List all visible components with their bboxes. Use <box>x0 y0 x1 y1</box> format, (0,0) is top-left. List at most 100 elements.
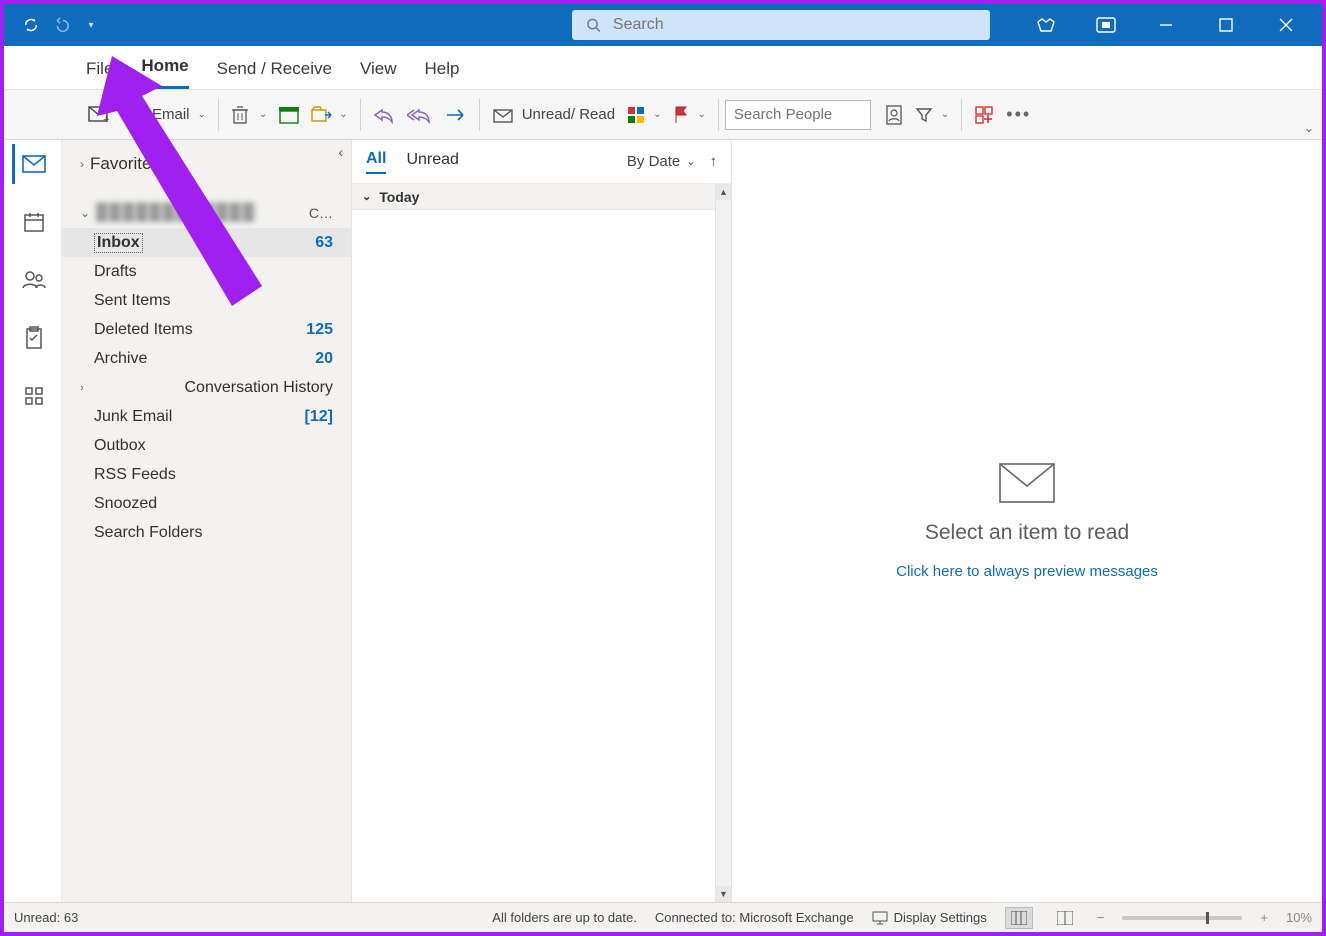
rail-tasks[interactable] <box>12 318 54 358</box>
chevron-down-icon[interactable]: ⌄ <box>686 155 695 168</box>
account-header[interactable]: ⌄ ████████████ C… <box>62 194 351 228</box>
zoom-slider[interactable] <box>1122 916 1242 920</box>
search-input[interactable] <box>613 16 976 34</box>
new-email-label: Email <box>152 106 190 123</box>
coming-soon-icon[interactable] <box>1090 9 1122 41</box>
minimize-button[interactable] <box>1150 9 1182 41</box>
message-list: All Unread By Date ⌄ ↑ ⌄ Today ▲ ▼ <box>352 140 732 902</box>
addins-button[interactable] <box>968 97 1000 133</box>
scroll-up-icon[interactable]: ▲ <box>716 184 731 200</box>
folder-label: Sent Items <box>94 292 170 310</box>
global-search[interactable] <box>572 10 990 40</box>
folder-label: Junk Email <box>94 408 172 426</box>
sort-direction-icon[interactable]: ↑ <box>710 153 718 170</box>
ribbon-collapse-icon[interactable]: ⌄ <box>1304 121 1314 135</box>
undo-icon[interactable] <box>52 16 70 34</box>
favorites-header[interactable]: › Favorites <box>62 140 351 180</box>
msglist-tab-all[interactable]: All <box>366 150 386 174</box>
msglist-group-today[interactable]: ⌄ Today <box>352 184 731 210</box>
account-name-redacted: ████████████ <box>96 204 256 222</box>
more-commands-button[interactable]: ••• <box>1000 97 1037 133</box>
status-sync: All folders are up to date. <box>492 910 637 925</box>
folder-label: RSS Feeds <box>94 466 176 484</box>
folder-label: Search Folders <box>94 524 203 542</box>
folder-inbox[interactable]: Inbox63 <box>62 228 351 257</box>
folder-deleted-items[interactable]: Deleted Items125 <box>62 315 351 344</box>
delete-button[interactable]: ⌄ <box>225 97 273 133</box>
display-settings-label: Display Settings <box>894 910 987 925</box>
title-bar: ▾ <box>4 4 1322 46</box>
folder-label: Drafts <box>94 263 137 281</box>
folder-label: Inbox <box>94 233 143 253</box>
msglist-tab-unread[interactable]: Unread <box>406 151 458 173</box>
rail-more[interactable] <box>12 376 54 416</box>
group-label: Today <box>379 189 419 205</box>
folder-label: Archive <box>94 350 147 368</box>
svg-text:+: + <box>103 114 109 124</box>
folder-sent-items[interactable]: Sent Items <box>62 286 351 315</box>
tab-send-receive[interactable]: Send / Receive <box>217 51 332 89</box>
msglist-scrollbar[interactable]: ▲ ▼ <box>715 184 731 902</box>
rail-calendar[interactable] <box>12 202 54 242</box>
collapse-folder-pane-icon[interactable]: ‹ <box>338 144 343 160</box>
reply-all-button[interactable] <box>401 97 439 133</box>
folder-junk-email[interactable]: Junk Email [12] <box>62 402 351 431</box>
move-button[interactable]: ⌄ <box>305 97 353 133</box>
nav-rail <box>4 140 62 902</box>
view-normal-button[interactable] <box>1005 907 1033 929</box>
archive-button[interactable] <box>273 97 305 133</box>
reply-button[interactable] <box>367 97 401 133</box>
folder-pane: ‹ › Favorites ⌄ ████████████ C… Inbox63 D… <box>62 140 352 902</box>
flag-button[interactable]: ⌄ <box>667 97 711 133</box>
zoom-in-button[interactable]: + <box>1260 910 1268 925</box>
rail-people[interactable] <box>12 260 54 300</box>
folder-rss-feeds[interactable]: RSS Feeds <box>62 460 351 489</box>
tab-view[interactable]: View <box>360 51 397 89</box>
forward-button[interactable] <box>439 97 473 133</box>
sync-icon[interactable] <box>22 16 40 34</box>
reading-empty-headline: Select an item to read <box>925 521 1129 545</box>
qat-dropdown-icon[interactable]: ▾ <box>82 16 100 34</box>
folder-archive[interactable]: Archive 20 <box>62 344 351 373</box>
address-book-button[interactable] <box>879 97 909 133</box>
filter-button[interactable]: ⌄ <box>909 97 955 133</box>
display-settings-button[interactable]: Display Settings <box>872 910 987 925</box>
tab-help[interactable]: Help <box>424 51 459 89</box>
premium-icon[interactable] <box>1030 9 1062 41</box>
search-icon <box>586 17 601 33</box>
search-people-input[interactable] <box>734 106 862 123</box>
tab-file[interactable]: File <box>86 51 113 89</box>
envelope-icon <box>999 463 1055 503</box>
tab-home[interactable]: Home <box>141 48 188 89</box>
unread-read-label: Unread/ Read <box>522 106 615 123</box>
ribbon-tabs: File Home Send / Receive View Help <box>4 46 1322 90</box>
zoom-level: 10% <box>1286 910 1312 925</box>
folder-conversation-history[interactable]: ›Conversation History <box>62 373 351 402</box>
folder-count: [12] <box>305 408 333 426</box>
scroll-down-icon[interactable]: ▼ <box>716 886 731 902</box>
folder-label: Conversation History <box>185 379 334 397</box>
close-button[interactable] <box>1270 9 1302 41</box>
folder-drafts[interactable]: Drafts <box>62 257 351 286</box>
unread-read-button[interactable]: Unread/ Read <box>486 97 621 133</box>
zoom-out-button[interactable]: − <box>1097 910 1105 925</box>
folder-count: 20 <box>315 350 333 368</box>
rail-mail[interactable] <box>12 144 54 184</box>
status-bar: Unread: 63 All folders are up to date. C… <box>4 902 1322 932</box>
account-suffix: C… <box>309 205 333 221</box>
view-reading-button[interactable] <box>1051 907 1079 929</box>
folder-label: Outbox <box>94 437 146 455</box>
folder-search-folders[interactable]: Search Folders <box>62 518 351 547</box>
status-unread: Unread: 63 <box>14 910 78 925</box>
always-preview-link[interactable]: Click here to always preview messages <box>896 563 1158 580</box>
sort-by-date[interactable]: By Date <box>627 153 680 170</box>
folder-label: Deleted Items <box>94 321 193 339</box>
search-people[interactable] <box>725 100 871 130</box>
folder-outbox[interactable]: Outbox <box>62 431 351 460</box>
folder-label: Snoozed <box>94 495 157 513</box>
maximize-button[interactable] <box>1210 9 1242 41</box>
folder-snoozed[interactable]: Snoozed <box>62 489 351 518</box>
status-connection: Connected to: Microsoft Exchange <box>655 910 854 925</box>
new-email-button[interactable]: + Email ⌄ <box>82 97 212 133</box>
categorize-button[interactable]: ⌄ <box>621 97 667 133</box>
